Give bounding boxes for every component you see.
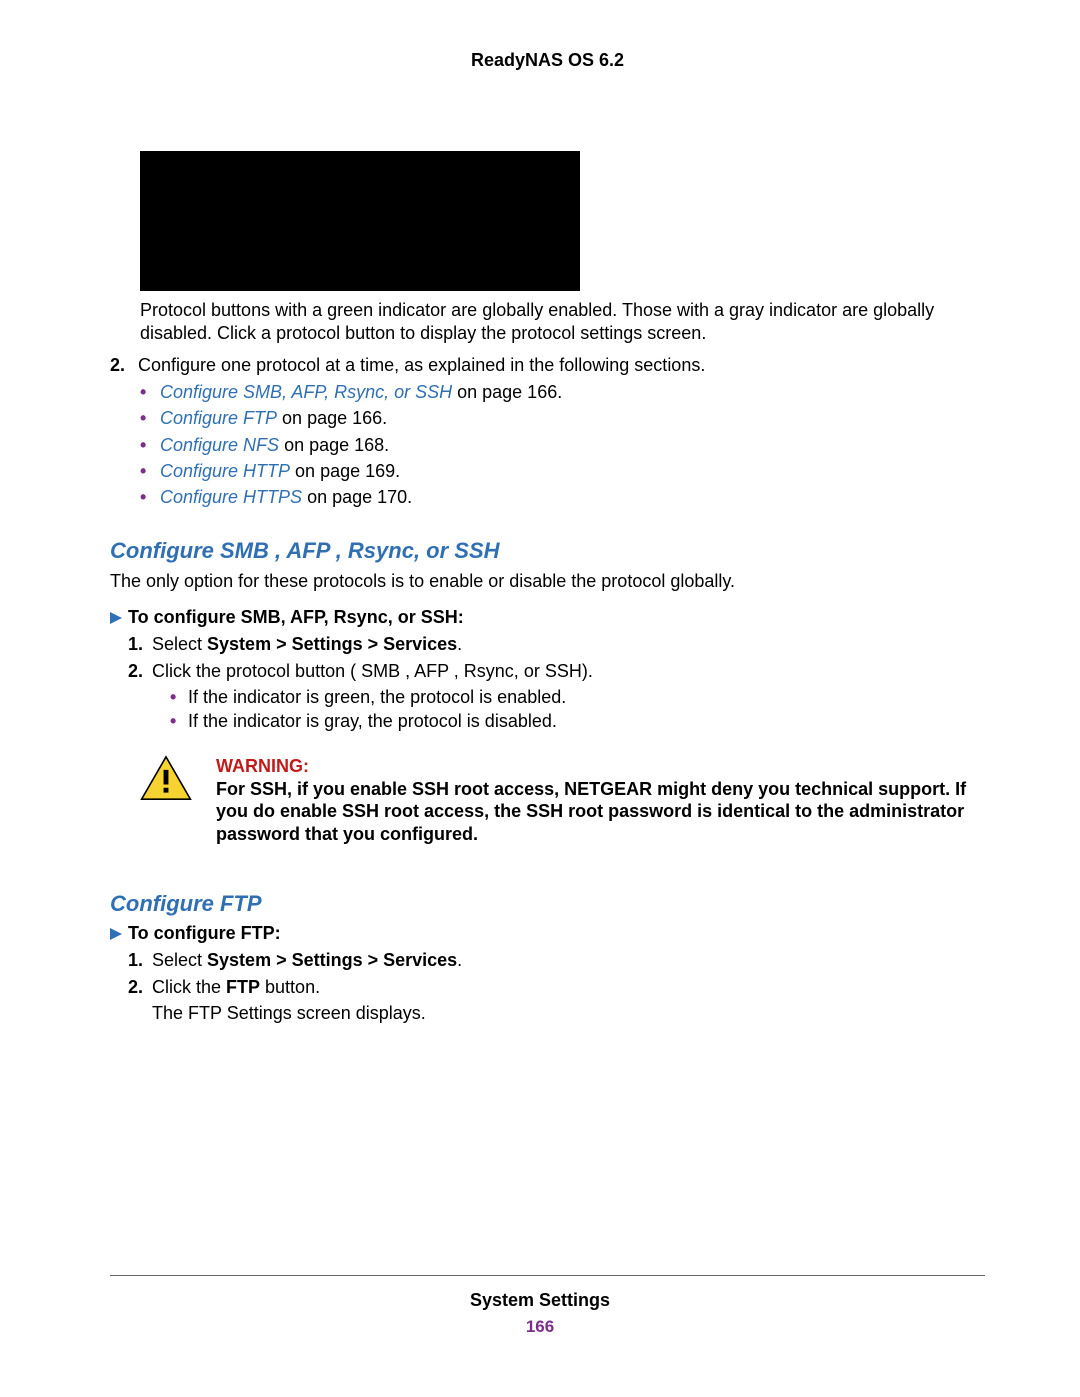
task-title: To configure SMB, AFP, Rsync, or SSH: (128, 607, 464, 627)
step-text-bold: System > Settings > Services (207, 634, 457, 654)
document-title: ReadyNAS OS 6.2 (110, 50, 985, 71)
step-number: 2. (128, 659, 152, 683)
footer-divider (110, 1275, 985, 1276)
step-text-post: button. (260, 977, 320, 997)
bullet-icon: • (140, 432, 160, 458)
step-number: 2. (128, 975, 152, 999)
step-item: 2.Click the FTP button. (128, 975, 985, 999)
screenshot-placeholder (140, 151, 580, 291)
step-text-pre: Click the (152, 977, 226, 997)
step-text-post: . (457, 634, 462, 654)
list-item: •Configure SMB, AFP, Rsync, or SSH on pa… (140, 379, 985, 405)
cross-reference-list: •Configure SMB, AFP, Rsync, or SSH on pa… (140, 379, 985, 509)
page-number: 166 (0, 1317, 1080, 1337)
section-intro: The only option for these protocols is t… (110, 570, 985, 593)
result-text: The FTP Settings screen displays. (152, 1003, 426, 1023)
step-text: Click the protocol button ( SMB , AFP , … (152, 661, 593, 681)
cross-ref-suffix: on page 168. (279, 435, 389, 455)
bullet-icon: • (170, 685, 188, 709)
cross-ref-suffix: on page 166. (452, 382, 562, 402)
task-heading: To configure SMB, AFP, Rsync, or SSH: (110, 607, 985, 628)
step-item: 2.Configure one protocol at a time, as e… (110, 354, 985, 377)
cross-ref-link[interactable]: Configure NFS (160, 435, 279, 455)
step-item: 1.Select System > Settings > Services. (128, 632, 985, 656)
cross-ref-suffix: on page 166. (277, 408, 387, 428)
section-heading: Configure FTP (110, 891, 985, 917)
list-item: •Configure NFS on page 168. (140, 432, 985, 458)
bullet-icon: • (140, 379, 160, 405)
step-list: 1.Select System > Settings > Services. 2… (128, 632, 985, 733)
step-text: Configure one protocol at a time, as exp… (138, 355, 705, 375)
warning-icon (140, 755, 192, 845)
step-text-pre: Select (152, 950, 207, 970)
document-page: ReadyNAS OS 6.2 Protocol buttons with a … (0, 0, 1080, 1397)
cross-ref-link[interactable]: Configure HTTPS (160, 487, 302, 507)
task-title: To configure FTP: (128, 923, 281, 943)
step-text-bold: System > Settings > Services (207, 950, 457, 970)
bullet-icon: • (140, 458, 160, 484)
cross-ref-link[interactable]: Configure SMB, AFP, Rsync, or SSH (160, 382, 452, 402)
bullet-icon: • (140, 484, 160, 510)
step-item: 2.Click the protocol button ( SMB , AFP … (128, 659, 985, 683)
bullet-icon: • (140, 405, 160, 431)
figure-caption: Protocol buttons with a green indicator … (140, 299, 985, 344)
step-text-pre: Select (152, 634, 207, 654)
step-number: 2. (110, 354, 138, 377)
step-number: 1. (128, 632, 152, 656)
list-item: •If the indicator is green, the protocol… (170, 685, 985, 709)
triangle-icon (110, 928, 122, 940)
sub-step-text: If the indicator is gray, the protocol i… (188, 711, 557, 731)
step-text-bold: FTP (226, 977, 260, 997)
list-item: •Configure FTP on page 166. (140, 405, 985, 431)
footer-section-title: System Settings (0, 1290, 1080, 1311)
step-list: 1.Select System > Settings > Services. 2… (128, 948, 985, 1025)
step-number: 1. (128, 948, 152, 972)
warning-body: For SSH, if you enable SSH root access, … (216, 779, 966, 844)
step-result: The FTP Settings screen displays. (152, 1001, 985, 1025)
cross-ref-suffix: on page 169. (290, 461, 400, 481)
cross-ref-suffix: on page 170. (302, 487, 412, 507)
sub-step-list: •If the indicator is green, the protocol… (170, 685, 985, 734)
bullet-icon: • (170, 709, 188, 733)
list-item: •If the indicator is gray, the protocol … (170, 709, 985, 733)
warning-block: WARNING: For SSH, if you enable SSH root… (140, 755, 985, 845)
triangle-icon (110, 612, 122, 624)
task-heading: To configure FTP: (110, 923, 985, 944)
warning-title: WARNING: (216, 756, 309, 776)
list-item: •Configure HTTP on page 169. (140, 458, 985, 484)
cross-ref-link[interactable]: Configure HTTP (160, 461, 290, 481)
step-item: 1.Select System > Settings > Services. (128, 948, 985, 972)
section-heading: Configure SMB , AFP , Rsync, or SSH (110, 538, 985, 564)
sub-step-text: If the indicator is green, the protocol … (188, 687, 566, 707)
cross-ref-link[interactable]: Configure FTP (160, 408, 277, 428)
page-footer: System Settings 166 (0, 1275, 1080, 1337)
warning-text: WARNING: For SSH, if you enable SSH root… (216, 755, 985, 845)
list-item: •Configure HTTPS on page 170. (140, 484, 985, 510)
step-text-post: . (457, 950, 462, 970)
